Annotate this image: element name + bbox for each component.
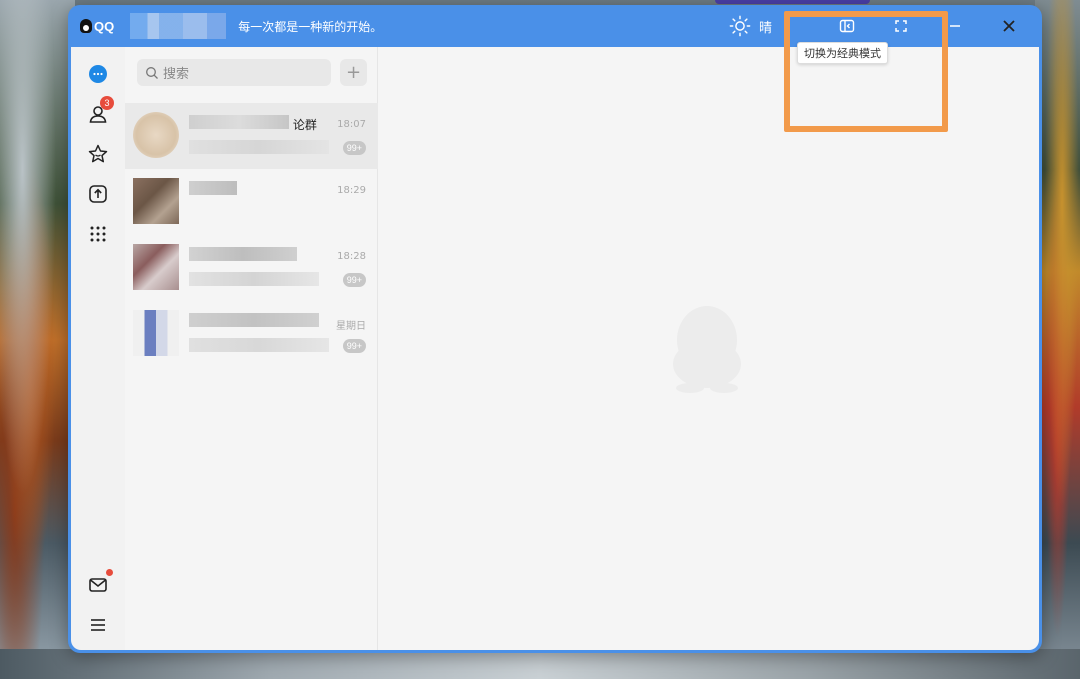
minimize-icon [950,25,960,27]
chat-time: 18:07 [337,119,366,130]
chat-preview [189,337,329,352]
qq-penguin-watermark-icon [673,306,741,393]
chat-list-item[interactable]: 星期日 99+ [125,301,378,367]
chat-time: 18:29 [337,185,366,196]
user-avatar[interactable] [130,13,227,39]
search-icon [146,66,158,79]
star-icon [88,144,108,163]
chat-avatar [133,310,179,356]
chat-name [189,247,297,263]
weather-widget[interactable]: 晴 [729,15,772,37]
chat-list-item[interactable]: 18:29 [125,169,378,235]
chat-list-item[interactable]: 18:28 99+ [125,235,378,301]
sun-icon [729,15,751,37]
logo-text: QQ [94,18,115,34]
desktop-wallpaper-bottom [0,649,1080,679]
left-nav: 3 [71,47,125,650]
chat-name [189,313,319,329]
chat-time: 18:28 [337,251,366,262]
upload-icon [89,185,107,203]
desktop-wallpaper-left [0,0,75,679]
plus-icon: + [345,62,362,83]
mail-icon [89,578,107,592]
chat-list-item[interactable]: 论群 18:07 99+ [125,103,378,169]
chat-avatar [133,178,179,224]
close-button[interactable] [994,11,1024,41]
weather-text: 晴 [758,20,772,36]
nav-files[interactable] [85,181,111,207]
mail-unread-dot [106,569,113,576]
chat-preview [189,139,329,154]
nav-contacts[interactable]: 3 [85,96,114,127]
unread-count: 99+ [342,141,366,155]
chat-time: 星期日 [336,321,366,332]
chat-bubble-icon [89,65,107,83]
unread-count: 99+ [342,273,366,287]
nav-messages[interactable] [85,61,111,87]
user-signature[interactable]: 每一次都是一种新的开始。 [238,18,382,35]
chat-content-area [378,47,1039,650]
nav-apps[interactable] [85,221,111,247]
contacts-badge: 3 [100,96,114,110]
chat-list-panel: 搜索 + 论群 18:07 99+ 18:29 18:28 99+ 星期日 99… [125,47,378,650]
close-icon [1003,20,1015,32]
search-input[interactable]: 搜索 [137,59,331,86]
penguin-icon [80,19,92,33]
add-button[interactable]: + [340,59,367,86]
nav-menu[interactable] [85,612,111,638]
chat-preview [189,271,319,286]
chat-name [189,181,237,197]
chat-avatar [133,112,179,158]
unread-count: 99+ [342,339,366,353]
nav-favorites[interactable] [85,141,111,167]
search-placeholder: 搜索 [163,67,190,82]
annotation-highlight-box [784,11,948,132]
chat-name: 论群 [189,115,317,132]
chat-avatar [133,244,179,290]
grid-dots-icon [90,226,106,242]
nav-mail[interactable] [85,569,113,598]
hamburger-icon [91,619,105,631]
menu-bar-indicator [715,0,870,4]
qq-logo: QQ [80,19,114,34]
